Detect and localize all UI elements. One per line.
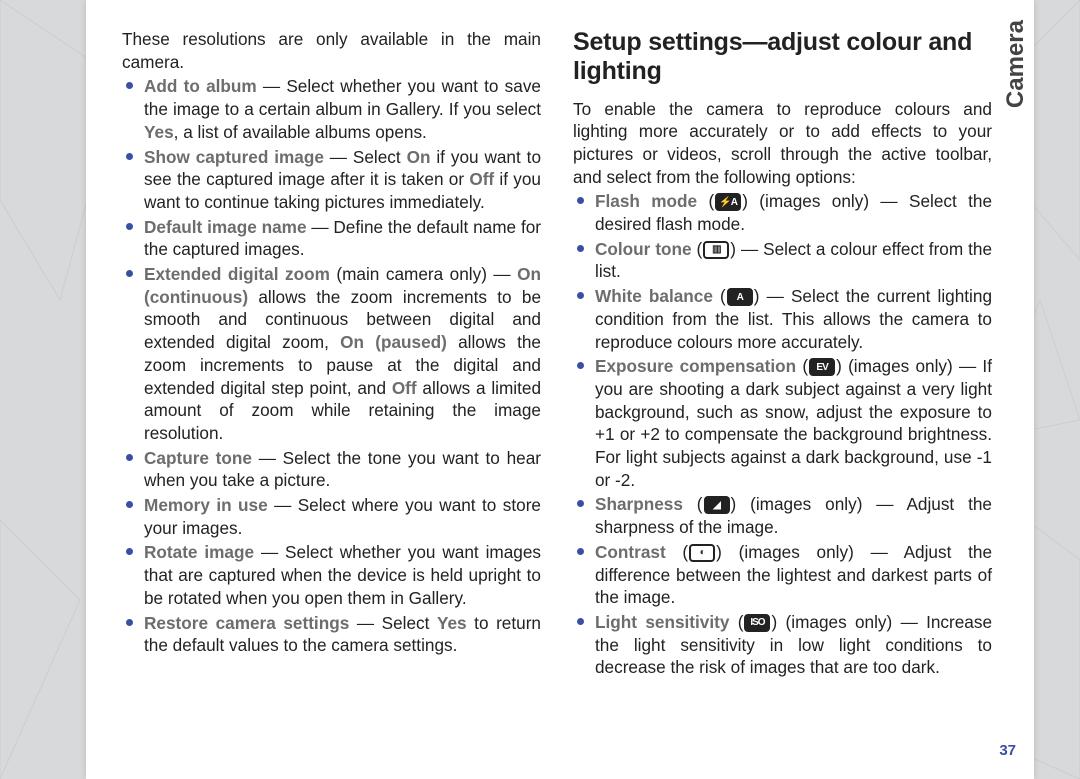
keyword: On	[407, 147, 431, 167]
keyword: Off	[392, 378, 417, 398]
keyword: Colour tone	[595, 239, 692, 259]
right-bullet-list: Flash mode (⚡A) (images only) — Select t…	[573, 190, 992, 679]
keyword: Show captured image	[144, 147, 324, 167]
right-intro: To enable the camera to reproduce colour…	[573, 98, 992, 189]
flash-icon: ⚡A	[715, 193, 741, 211]
contrast-icon: ◐	[689, 544, 715, 562]
list-item: Restore camera settings — Select Yes to …	[122, 612, 541, 657]
list-item: Show captured image — Select On if you w…	[122, 146, 541, 214]
section-heading: Setup settings—adjust colour and lightin…	[573, 28, 992, 86]
keyword: On (paused)	[340, 332, 447, 352]
left-intro: These resolutions are only available in …	[122, 28, 541, 73]
manual-page: These resolutions are only available in …	[86, 0, 1034, 779]
sharp-icon: ◢	[704, 496, 730, 514]
wb-icon: A	[727, 288, 753, 306]
list-item: Memory in use — Select where you want to…	[122, 494, 541, 539]
keyword: Flash mode	[595, 191, 697, 211]
keyword: Exposure compensation	[595, 356, 796, 376]
tone-icon: ▥	[703, 241, 729, 259]
list-item: Default image name — Define the default …	[122, 216, 541, 261]
keyword: Contrast	[595, 542, 666, 562]
keyword: Extended digital zoom	[144, 264, 330, 284]
side-tab: Camera	[992, 0, 1034, 779]
keyword: Default image name	[144, 217, 307, 237]
keyword: Sharpness	[595, 494, 683, 514]
list-item: White balance (A) — Select the current l…	[573, 285, 992, 353]
keyword: White balance	[595, 286, 713, 306]
keyword: Rotate image	[144, 542, 254, 562]
page-body: These resolutions are only available in …	[122, 28, 992, 748]
list-item: Exposure compensation (EV) (images only)…	[573, 355, 992, 491]
list-item: Light sensitivity (ISO) (images only) — …	[573, 611, 992, 679]
keyword: Capture tone	[144, 448, 252, 468]
ev-icon: EV	[809, 358, 835, 376]
page-number: 37	[999, 742, 1016, 759]
list-item: Sharpness (◢) (images only) — Adjust the…	[573, 493, 992, 538]
keyword: Yes	[144, 122, 174, 142]
keyword: Memory in use	[144, 495, 268, 515]
list-item: Capture tone — Select the tone you want …	[122, 447, 541, 492]
keyword: Light sensitivity	[595, 612, 729, 632]
keyword: Yes	[437, 613, 467, 633]
chapter-label: Camera	[1002, 20, 1030, 108]
keyword: Off	[469, 169, 494, 189]
list-item: Extended digital zoom (main camera only)…	[122, 263, 541, 445]
list-item: Rotate image — Select whether you want i…	[122, 541, 541, 609]
keyword: Restore camera settings	[144, 613, 349, 633]
list-item: Contrast (◐) (images only) — Adjust the …	[573, 541, 992, 609]
list-item: Colour tone (▥) — Select a colour effect…	[573, 238, 992, 283]
iso-icon: ISO	[744, 614, 770, 632]
list-item: Flash mode (⚡A) (images only) — Select t…	[573, 190, 992, 235]
left-bullet-list: Add to album — Select whether you want t…	[122, 75, 541, 657]
list-item: Add to album — Select whether you want t…	[122, 75, 541, 143]
keyword: Add to album	[144, 76, 257, 96]
